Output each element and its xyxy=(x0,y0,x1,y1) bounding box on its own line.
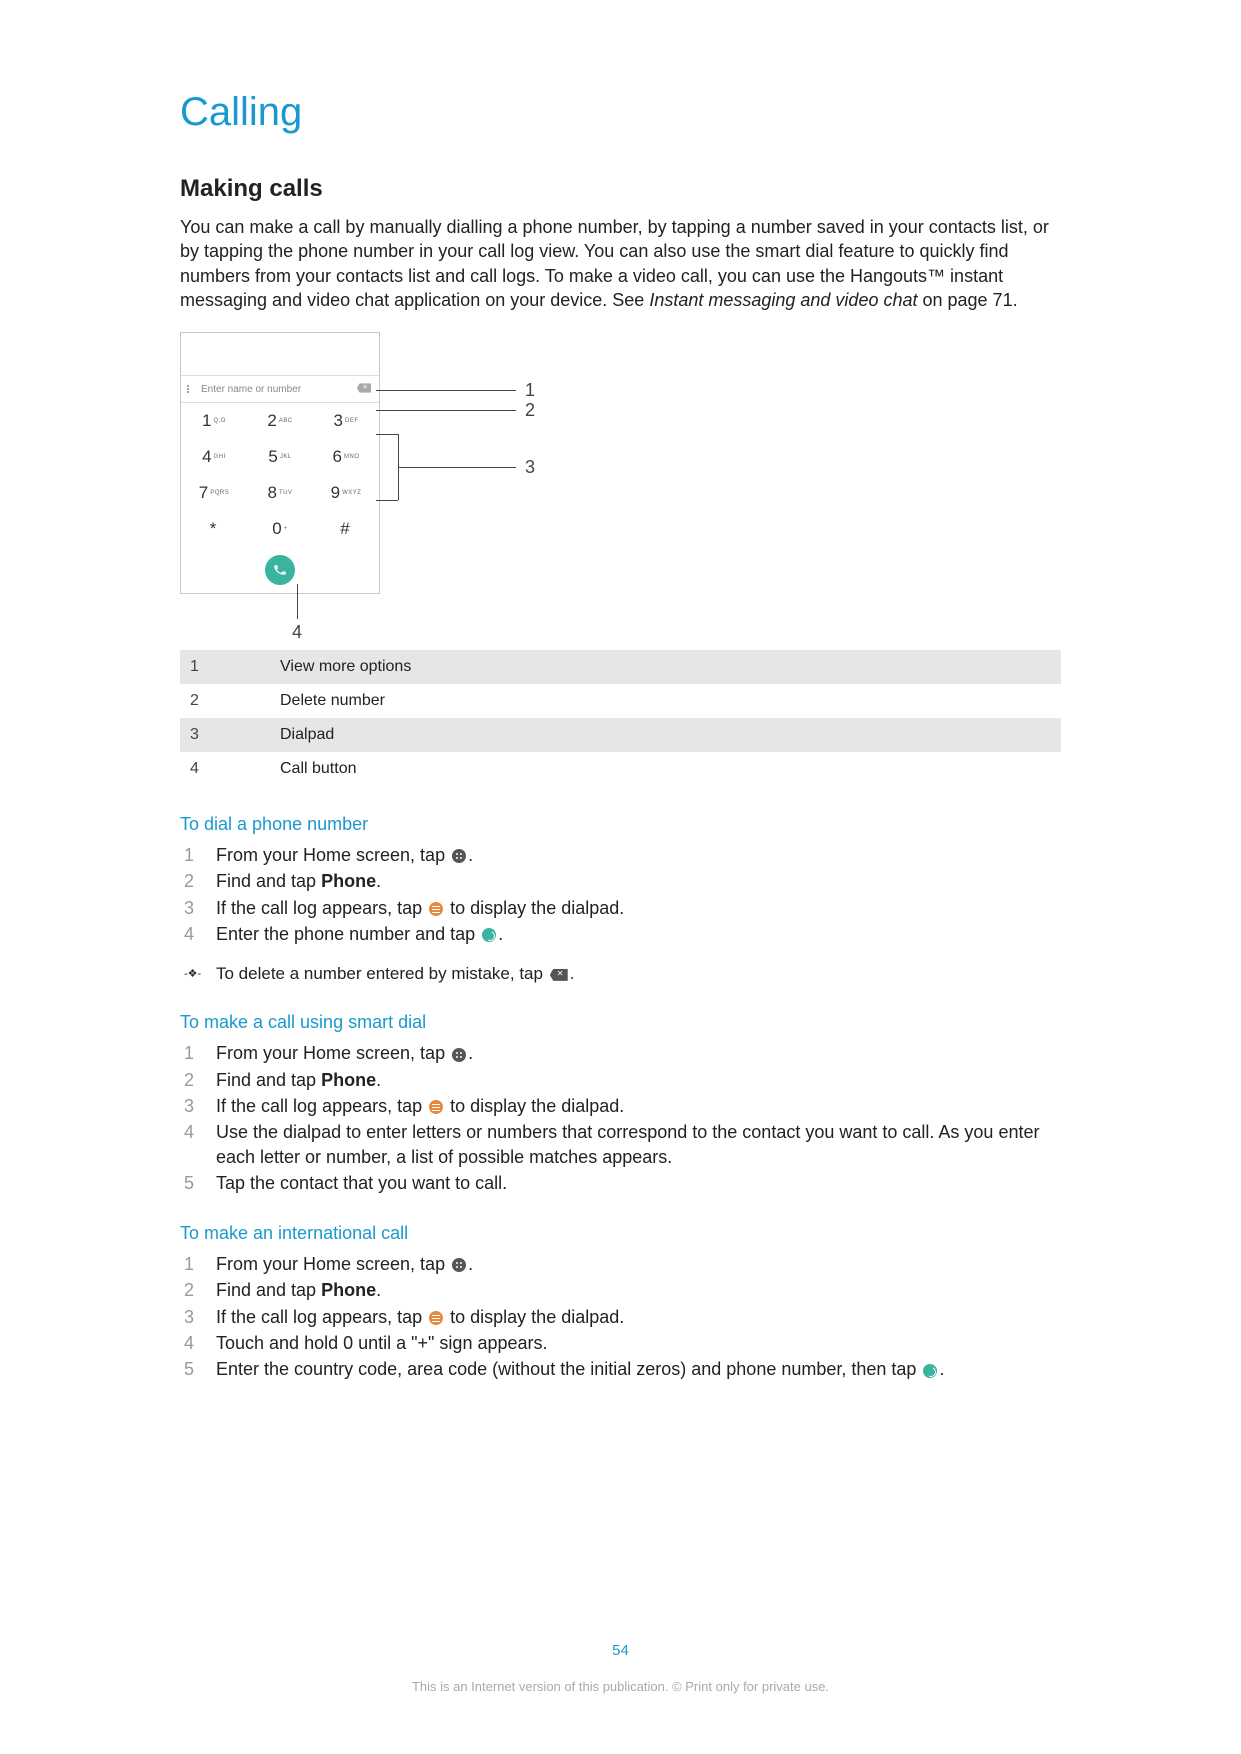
dialpad-icon xyxy=(429,902,443,916)
step: 1From your Home screen, tap . xyxy=(180,843,1061,867)
step: 1From your Home screen, tap . xyxy=(180,1041,1061,1065)
footer-notice: This is an Internet version of this publ… xyxy=(0,1679,1241,1694)
step: 2Find and tap Phone. xyxy=(180,1068,1061,1092)
legend-row: 2Delete number xyxy=(180,684,1061,718)
procedure-steps: 1From your Home screen, tap .2Find and t… xyxy=(180,1252,1061,1381)
delete-icon xyxy=(355,382,373,397)
legend-row: 3Dialpad xyxy=(180,718,1061,752)
call-button-icon xyxy=(265,555,295,585)
step: 5Tap the contact that you want to call. xyxy=(180,1171,1061,1195)
apps-icon xyxy=(452,849,466,863)
step: 3If the call log appears, tap to display… xyxy=(180,1094,1061,1118)
dialpad-key: 9WXYZ xyxy=(313,475,379,511)
step: 1From your Home screen, tap . xyxy=(180,1252,1061,1276)
step: 4Use the dialpad to enter letters or num… xyxy=(180,1120,1061,1169)
step: 5Enter the country code, area code (with… xyxy=(180,1357,1061,1381)
page-title: Calling xyxy=(180,90,1061,135)
dialpad-icon xyxy=(429,1311,443,1325)
dialpad-key: 1Q,O xyxy=(181,403,247,439)
tip-icon xyxy=(180,964,216,980)
dialer-callout-4: 4 xyxy=(180,612,1061,650)
apps-icon xyxy=(452,1258,466,1272)
callout-legend: 1View more options2Delete number3Dialpad… xyxy=(180,650,1061,786)
intro-paragraph: You can make a call by manually dialling… xyxy=(180,215,1061,312)
step: 4Touch and hold 0 until a "+" sign appea… xyxy=(180,1331,1061,1355)
search-placeholder: Enter name or number xyxy=(201,384,301,395)
step: 4Enter the phone number and tap . xyxy=(180,922,1061,946)
apps-icon xyxy=(452,1048,466,1062)
legend-row: 1View more options xyxy=(180,650,1061,684)
delx-icon xyxy=(550,969,568,981)
dialpad: 1Q,O2ABC3DEF 4GHI5JKL6MNO 7PQRS8TUV9WXYZ *0… xyxy=(181,403,379,547)
call-icon xyxy=(482,928,496,942)
dialpad-key: 5JKL xyxy=(247,439,313,475)
page-number: 54 xyxy=(0,1642,1241,1659)
dialpad-icon xyxy=(429,1100,443,1114)
dialpad-key: 2ABC xyxy=(247,403,313,439)
dialpad-key: # xyxy=(313,511,379,547)
procedure-steps: 1From your Home screen, tap .2Find and t… xyxy=(180,843,1061,946)
step: 2Find and tap Phone. xyxy=(180,1278,1061,1302)
more-options-icon xyxy=(187,385,195,393)
procedure-title: To dial a phone number xyxy=(180,814,1061,835)
dialpad-key: 8TUV xyxy=(247,475,313,511)
dialpad-key: 4GHI xyxy=(181,439,247,475)
procedure-title: To make a call using smart dial xyxy=(180,1012,1061,1033)
procedure-steps: 1From your Home screen, tap . 2Find and t… xyxy=(180,1041,1061,1195)
section-heading: Making calls xyxy=(180,175,1061,203)
step: 3If the call log appears, tap to display… xyxy=(180,896,1061,920)
procedure-title: To make an international call xyxy=(180,1223,1061,1244)
tip-row: To delete a number entered by mistake, t… xyxy=(180,964,1061,984)
dialpad-key: 6MNO xyxy=(313,439,379,475)
step: 3If the call log appears, tap to display… xyxy=(180,1305,1061,1329)
dialer-screenshot: Enter name or number 1Q,O2ABC3DEF 4GHI5JK… xyxy=(180,332,380,594)
dialpad-key: * xyxy=(181,511,247,547)
call-icon xyxy=(923,1364,937,1378)
dialpad-key: 3DEF xyxy=(313,403,379,439)
dialpad-key: 0+ xyxy=(247,511,313,547)
dialer-callouts: 1 2 3 xyxy=(380,332,540,594)
dialpad-key: 7PQRS xyxy=(181,475,247,511)
step: 2Find and tap Phone. xyxy=(180,869,1061,893)
legend-row: 4Call button xyxy=(180,752,1061,786)
